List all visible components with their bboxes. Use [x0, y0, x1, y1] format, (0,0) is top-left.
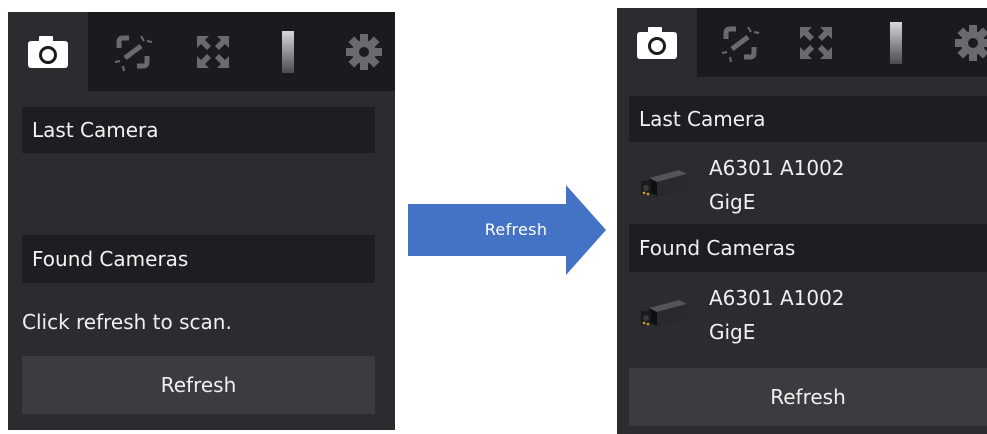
tab-disconnect[interactable] — [98, 12, 168, 91]
gear-icon — [953, 23, 987, 63]
tab-camera[interactable] — [617, 8, 697, 77]
camera-name: A6301 A1002 — [709, 286, 845, 310]
fullscreen-icon — [193, 32, 233, 72]
tab-disconnect[interactable] — [705, 8, 775, 77]
disconnect-icon — [718, 23, 762, 63]
histogram-bar-icon — [889, 21, 903, 65]
camera-name: A6301 A1002 — [709, 156, 845, 180]
tab-fullscreen[interactable] — [781, 8, 851, 77]
found-cameras-header: Found Cameras — [629, 224, 987, 272]
tab-fullscreen[interactable] — [178, 12, 248, 91]
found-camera-item[interactable]: A6301 A1002 GigE — [617, 274, 987, 354]
tab-camera[interactable] — [8, 12, 88, 91]
camera-panel-before: Last Camera Found Cameras Click refresh … — [8, 12, 395, 430]
refresh-button[interactable]: Refresh — [22, 356, 375, 414]
camera-panel-after: Last Camera A6301 A1002 GigE Found Camer… — [617, 8, 987, 434]
last-camera-item[interactable]: A6301 A1002 GigE — [617, 144, 987, 224]
scan-hint-text: Click refresh to scan. — [22, 310, 232, 334]
camera-interface: GigE — [709, 320, 756, 344]
camera-icon — [26, 34, 70, 70]
toolbar — [8, 12, 395, 91]
found-cameras-header: Found Cameras — [22, 235, 375, 283]
toolbar — [617, 8, 987, 77]
camera-interface: GigE — [709, 190, 756, 214]
last-camera-header: Last Camera — [22, 107, 375, 153]
tab-histogram[interactable] — [871, 8, 921, 77]
camera-device-icon — [639, 294, 691, 338]
tab-settings[interactable] — [333, 12, 395, 91]
refresh-button[interactable]: Refresh — [629, 368, 987, 426]
disconnect-icon — [111, 32, 155, 72]
arrow-label: Refresh — [484, 220, 548, 239]
histogram-bar-icon — [281, 30, 295, 74]
gear-icon — [344, 32, 384, 72]
fullscreen-icon — [796, 23, 836, 63]
camera-device-icon — [639, 164, 691, 208]
camera-icon — [635, 25, 679, 61]
last-camera-header: Last Camera — [629, 96, 987, 142]
refresh-transition-arrow: Refresh — [408, 185, 608, 275]
tab-histogram[interactable] — [263, 12, 313, 91]
tab-settings[interactable] — [953, 8, 987, 77]
